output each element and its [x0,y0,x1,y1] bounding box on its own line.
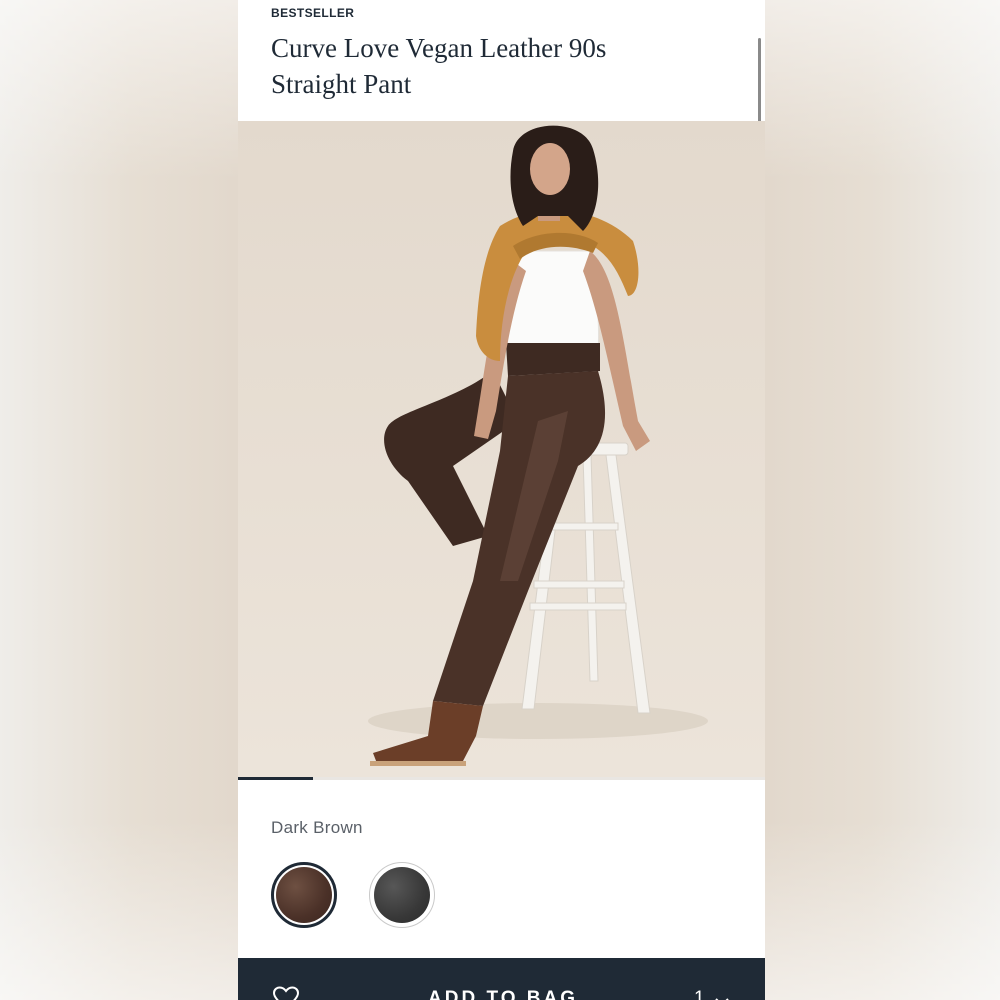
swatch-black-fill [374,867,430,923]
product-image[interactable] [238,121,765,780]
carousel-progress-indicator [238,777,313,780]
swatch-dark-brown[interactable] [271,862,337,928]
swatch-dark-brown-fill [276,867,332,923]
chevron-down-icon[interactable] [714,994,730,1000]
carousel-progress-track [238,777,765,780]
background-blur-right [765,0,1000,1000]
add-to-bag-button[interactable]: ADD TO BAG [428,988,578,1000]
model-photo-illustration [368,125,708,766]
quantity-value[interactable]: 1 [694,988,705,1000]
heart-icon[interactable] [272,986,300,1000]
product-page: BESTSELLER Curve Love Vegan Leather 90s … [238,0,765,1000]
bestseller-badge: BESTSELLER [271,6,355,20]
product-title: Curve Love Vegan Leather 90s Straight Pa… [271,33,607,99]
selected-color-label: Dark Brown [271,818,363,837]
background-blur-left [0,0,238,1000]
swatch-black[interactable] [369,862,435,928]
add-to-bag-bar: ADD TO BAG 1 [238,958,765,1000]
